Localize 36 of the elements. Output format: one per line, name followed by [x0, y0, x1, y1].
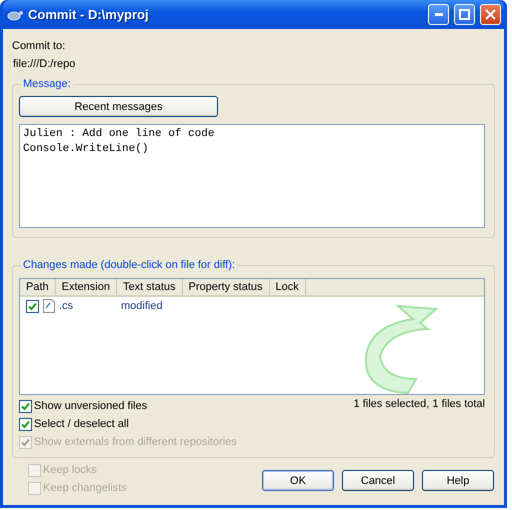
dialog-button[interactable]: OK [262, 470, 334, 491]
checkbox[interactable] [19, 400, 32, 412]
checkbox[interactable] [26, 300, 39, 312]
column-header[interactable]: Extension [56, 279, 117, 295]
extension-cell-text: .cs [59, 299, 74, 313]
checkbox-label: Select / deselect all [34, 417, 129, 431]
minimize-button[interactable] [428, 4, 449, 25]
file-icon [43, 299, 55, 313]
commit-to-label: Commit to: [12, 39, 66, 53]
dialog-button[interactable]: Cancel [342, 470, 414, 491]
checkbox-label: Keep changelists [43, 481, 127, 495]
maximize-icon [459, 9, 470, 20]
repository-url: file:///D:/repo [13, 57, 76, 71]
text-status-cell: modified [121, 299, 163, 313]
column-header[interactable]: Text status [116, 279, 183, 295]
column-header[interactable]: Property status [182, 279, 270, 295]
message-line: Julien : Add one line of code [23, 127, 216, 142]
checkbox-label: Show externals from different repositories [34, 435, 237, 449]
recent-messages-button[interactable]: Recent messages [19, 96, 218, 117]
checkbox-label: Keep locks [43, 463, 97, 477]
selection-summary: 1 files selected, 1 files total [354, 397, 485, 412]
column-header[interactable]: Lock [270, 279, 306, 295]
turtle-icon [7, 8, 23, 20]
dialog-button[interactable]: Help [422, 470, 494, 491]
message-field[interactable]: Julien : Add one line of code Console.WriteLine() [19, 124, 485, 228]
group-label: Message: [21, 77, 73, 91]
column-header[interactable]: Path [20, 279, 56, 295]
group-label: Changes made (double-click on file for diff): [21, 258, 237, 272]
close-icon [485, 9, 496, 20]
maximize-button[interactable] [454, 4, 475, 25]
minimize-icon [434, 13, 442, 16]
window-title: Commit - D:\myproj [28, 7, 150, 22]
close-button[interactable] [480, 4, 501, 25]
checkbox[interactable] [19, 418, 32, 430]
checkbox-label: Show unversioned files [34, 399, 148, 413]
message-line: Console.WriteLine() [23, 142, 150, 157]
